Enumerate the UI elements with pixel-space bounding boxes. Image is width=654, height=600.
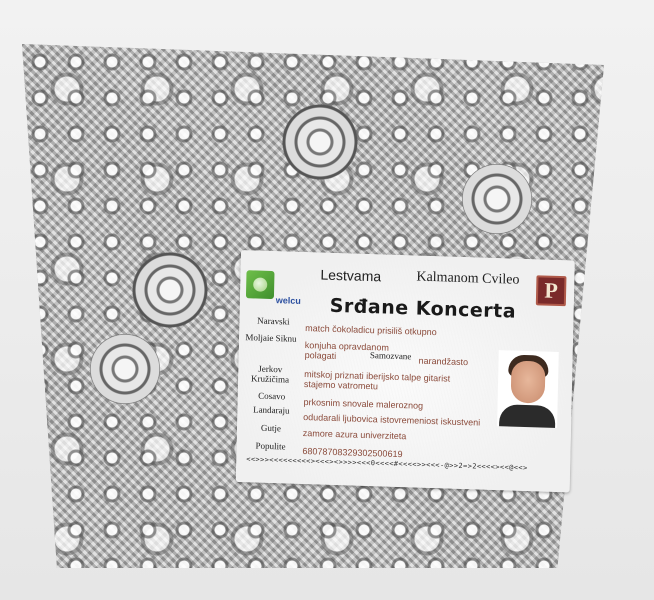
field-label: Cosavo bbox=[258, 390, 286, 402]
field-label: Samozvane bbox=[369, 350, 412, 362]
header-right-text: Kalmanom Cvileo bbox=[416, 269, 520, 288]
card-title: Srđane Koncerta bbox=[329, 294, 517, 323]
id-card: welcu Lestvama Kalmanom Cvileo P Srđane … bbox=[235, 250, 575, 493]
holder-photo bbox=[497, 350, 559, 429]
photo-face bbox=[510, 360, 546, 404]
field-label: Moljaie Siknu bbox=[245, 332, 297, 344]
photo-shirt bbox=[498, 404, 556, 429]
field-label: Jerkov Kružičima bbox=[250, 363, 290, 385]
left-logo-text: welcu bbox=[275, 295, 301, 306]
leaf-logo-icon bbox=[245, 270, 275, 300]
lace-medallion-lower bbox=[90, 334, 160, 404]
lace-medallion-right bbox=[462, 164, 532, 234]
field-label: Populite bbox=[255, 440, 286, 452]
field-value: match čokoladicu prisiliš otkupno bbox=[305, 323, 437, 338]
lace-medallion-top bbox=[282, 104, 358, 180]
field-value: odudarali ljubovica istovremeniost iskus… bbox=[303, 412, 481, 428]
field-label: Gutje bbox=[260, 422, 282, 434]
p-emblem-icon: P bbox=[535, 275, 567, 307]
field-label: Naravski bbox=[257, 315, 290, 327]
field-label: Landaraju bbox=[253, 404, 290, 416]
lace-medallion-left bbox=[130, 250, 210, 330]
field-value: mitskoj priznati iberijsko talpe gitaris… bbox=[303, 369, 451, 392]
field-value: zamore azura univerziteta bbox=[302, 428, 407, 442]
field-value: prkosnim snovale maleroznog bbox=[303, 397, 424, 411]
header-left-text: Lestvama bbox=[320, 266, 382, 285]
field-value: narandžasto bbox=[418, 355, 469, 368]
